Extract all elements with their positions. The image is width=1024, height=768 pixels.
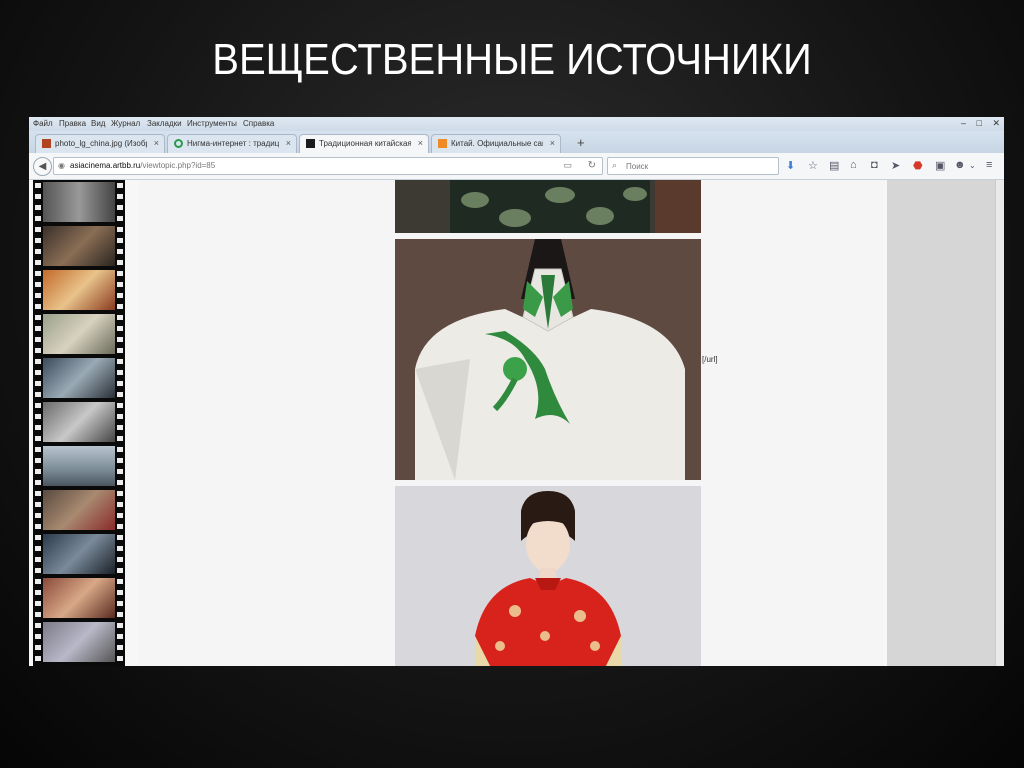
white-qipao-photo bbox=[395, 239, 701, 480]
download-icon[interactable]: ⬇ bbox=[786, 159, 795, 172]
tab-label: Нигма-интернет : традиц... bbox=[187, 139, 279, 148]
pocket-icon[interactable]: ◘ bbox=[871, 159, 878, 171]
address-bar[interactable]: ◉ asiacinema.artbb.ru/viewtopic.php?id=8… bbox=[53, 157, 603, 175]
menu-bar: Файл Правка Вид Журнал Закладки Инструме… bbox=[29, 117, 1004, 131]
film-frame[interactable] bbox=[43, 622, 115, 662]
photo-graphic bbox=[395, 180, 701, 233]
tab-close-icon[interactable]: × bbox=[286, 138, 291, 148]
photo-graphic bbox=[395, 486, 701, 666]
menu-view[interactable]: Вид bbox=[91, 119, 105, 128]
tab-label: photo_lg_china.jpg (Изобр... bbox=[55, 139, 147, 148]
film-frame[interactable] bbox=[43, 270, 115, 310]
browser-screenshot: Файл Правка Вид Журнал Закладки Инструме… bbox=[29, 117, 1004, 666]
address-domain: asiacinema.artbb.ru bbox=[70, 161, 141, 170]
tab-close-icon[interactable]: × bbox=[154, 138, 159, 148]
hamburger-menu-icon[interactable]: ≡ bbox=[986, 159, 992, 171]
new-tab-button[interactable]: + bbox=[577, 135, 585, 150]
film-perforation bbox=[117, 180, 123, 666]
reload-icon[interactable]: ↻ bbox=[588, 160, 596, 171]
right-column bbox=[887, 180, 995, 666]
address-path: /viewtopic.php?id=85 bbox=[140, 161, 216, 170]
tab-photo-china[interactable]: photo_lg_china.jpg (Изобр... × bbox=[35, 134, 165, 153]
globe-icon: ◉ bbox=[58, 161, 65, 170]
tab-china-official[interactable]: Китай. Официальные сай... × bbox=[431, 134, 561, 153]
tab-label: Китай. Официальные сай... bbox=[451, 139, 543, 148]
qipao-pattern-photo bbox=[395, 180, 701, 233]
film-perforation bbox=[35, 180, 41, 666]
film-frame[interactable] bbox=[43, 358, 115, 398]
search-icon: ⌕ bbox=[612, 160, 618, 170]
site-favicon-icon bbox=[306, 139, 315, 148]
menu-bookmarks[interactable]: Закладки bbox=[147, 119, 182, 128]
post-content: [/url] bbox=[139, 180, 884, 666]
chat-icon[interactable]: ☻ bbox=[954, 159, 966, 171]
navigation-bar: ◀ ◉ asiacinema.artbb.ru/viewtopic.php?id… bbox=[29, 153, 1004, 180]
chevron-down-icon[interactable]: ⌄ bbox=[969, 161, 976, 170]
image-favicon-icon bbox=[42, 139, 51, 148]
film-frame[interactable] bbox=[43, 182, 115, 222]
menu-file[interactable]: Файл bbox=[33, 119, 53, 128]
close-window-icon[interactable]: ✕ bbox=[992, 118, 1000, 128]
bookmark-star-icon[interactable]: ☆ bbox=[808, 159, 818, 172]
address-text: asiacinema.artbb.ru/viewtopic.php?id=85 bbox=[70, 161, 215, 170]
filmstrip-sidebar bbox=[33, 180, 125, 666]
menu-edit[interactable]: Правка bbox=[59, 119, 86, 128]
photo-graphic bbox=[395, 239, 701, 480]
film-frame[interactable] bbox=[43, 578, 115, 618]
film-frame[interactable] bbox=[43, 314, 115, 354]
maximize-icon[interactable]: □ bbox=[977, 118, 982, 128]
tab-bar: photo_lg_china.jpg (Изобр... × Нигма-инт… bbox=[29, 131, 1004, 153]
reader-view-icon[interactable]: ▭ bbox=[563, 160, 572, 171]
film-frame[interactable] bbox=[43, 446, 115, 486]
adblock-icon[interactable]: ⬣ bbox=[913, 159, 923, 172]
tab-label: Традиционная китайская... bbox=[319, 139, 411, 148]
film-frame[interactable] bbox=[43, 402, 115, 442]
search-box[interactable]: ⌕ bbox=[607, 157, 779, 175]
film-frame[interactable] bbox=[43, 226, 115, 266]
tab-chinese-traditional[interactable]: Традиционная китайская... × bbox=[299, 134, 429, 153]
search-input[interactable] bbox=[624, 159, 778, 173]
menu-tools[interactable]: Инструменты bbox=[187, 119, 237, 128]
film-frame[interactable] bbox=[43, 534, 115, 574]
tab-close-icon[interactable]: × bbox=[418, 138, 423, 148]
tab-nigma[interactable]: Нигма-интернет : традиц... × bbox=[167, 134, 297, 153]
nigma-favicon-icon bbox=[174, 139, 183, 148]
bookmarks-list-icon[interactable]: ▤ bbox=[829, 159, 839, 172]
home-icon[interactable]: ⌂ bbox=[850, 159, 857, 171]
minimize-icon[interactable]: – bbox=[961, 118, 966, 128]
film-frame[interactable] bbox=[43, 490, 115, 530]
slide-title: ВЕЩЕСТВЕННЫЕ ИСТОЧНИКИ bbox=[212, 36, 812, 84]
vertical-scrollbar[interactable] bbox=[995, 180, 1004, 666]
tab-close-icon[interactable]: × bbox=[550, 138, 555, 148]
red-qipao-photo bbox=[395, 486, 701, 666]
send-icon[interactable]: ➤ bbox=[891, 159, 900, 172]
menu-history[interactable]: Журнал bbox=[111, 119, 140, 128]
p-favicon-icon bbox=[438, 139, 447, 148]
page-content: [/url] bbox=[29, 180, 1004, 666]
bbcode-url-tag: [/url] bbox=[702, 355, 718, 364]
back-button[interactable]: ◀ bbox=[33, 157, 52, 176]
extension-icon[interactable]: ▣ bbox=[935, 159, 945, 172]
menu-help[interactable]: Справка bbox=[243, 119, 274, 128]
